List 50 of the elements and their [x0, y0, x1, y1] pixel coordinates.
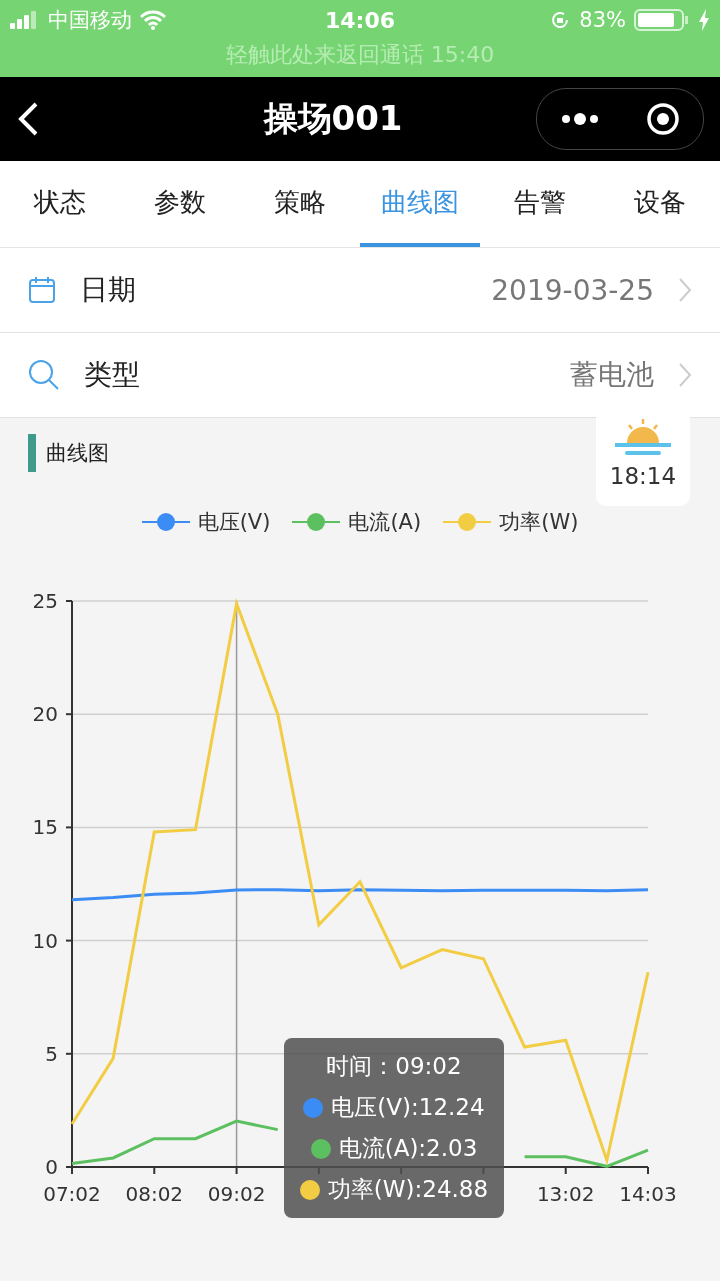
y-tick-label: 25 — [32, 589, 58, 613]
chevron-icon — [678, 362, 692, 388]
tab[interactable]: 参数 — [120, 161, 240, 247]
filter-row[interactable]: 类型 蓄电池 — [0, 333, 720, 418]
y-tick-label: 10 — [32, 928, 58, 953]
x-tick-label: 09:02 — [207, 1182, 266, 1206]
battery-icon — [634, 9, 690, 31]
tooltip-value: 电压(V):12.24 — [331, 1093, 485, 1122]
more-icon[interactable] — [560, 113, 600, 125]
tooltip-title: 时间：09:02 — [326, 1052, 462, 1081]
y-tick-label: 5 — [45, 1041, 58, 1066]
x-tick-label: 13:02 — [536, 1182, 595, 1206]
wifi-icon — [140, 10, 166, 30]
carrier-name: 中国移动 — [48, 7, 132, 34]
page-title: 操场001 — [262, 97, 404, 140]
tab[interactable]: 设备 — [600, 161, 720, 247]
x-tick-label: 14:03 — [619, 1182, 677, 1206]
x-tick-label: 08:02 — [125, 1182, 184, 1206]
y-tick-label: 15 — [32, 815, 58, 840]
legend-item[interactable]: 电流(A) — [292, 508, 422, 536]
filter-label: 日期 — [80, 272, 137, 308]
filter-value: 蓄电池 — [570, 357, 654, 393]
tab[interactable]: 策略 — [240, 161, 360, 247]
calendar-icon — [28, 276, 56, 304]
tooltip-value: 电流(A):2.03 — [338, 1134, 478, 1163]
filter-label: 类型 — [84, 357, 141, 393]
legend-label: 功率(W) — [499, 509, 579, 536]
chevron-icon — [678, 277, 692, 303]
capsule-menu[interactable] — [536, 88, 704, 150]
sunset-icon — [613, 417, 673, 457]
legend-label: 电压(V) — [197, 509, 271, 536]
filter-row[interactable]: 日期 2019-03-25 — [0, 248, 720, 333]
tab[interactable]: 状态 — [0, 161, 120, 247]
x-tick-label: 07:02 — [43, 1182, 101, 1206]
tooltip-value: 功率(W):24.88 — [327, 1175, 489, 1204]
back-icon[interactable] — [16, 101, 40, 137]
search-icon — [28, 359, 60, 391]
battery-percent: 83% — [579, 8, 626, 32]
filter-value: 2019-03-25 — [491, 273, 654, 307]
y-tick-label: 0 — [45, 1155, 58, 1179]
section-marker — [28, 434, 36, 472]
legend-label: 电流(A) — [348, 509, 422, 536]
legend-item[interactable]: 功率(W) — [443, 508, 579, 536]
sunset-time: 18:14 — [609, 463, 677, 489]
section-title: 曲线图 — [46, 440, 109, 467]
legend-item[interactable]: 电压(V) — [141, 508, 271, 536]
y-tick-label: 20 — [32, 702, 58, 727]
charging-icon — [698, 9, 710, 31]
tab[interactable]: 告警 — [480, 161, 600, 247]
status-time: 14:06 — [325, 7, 395, 33]
